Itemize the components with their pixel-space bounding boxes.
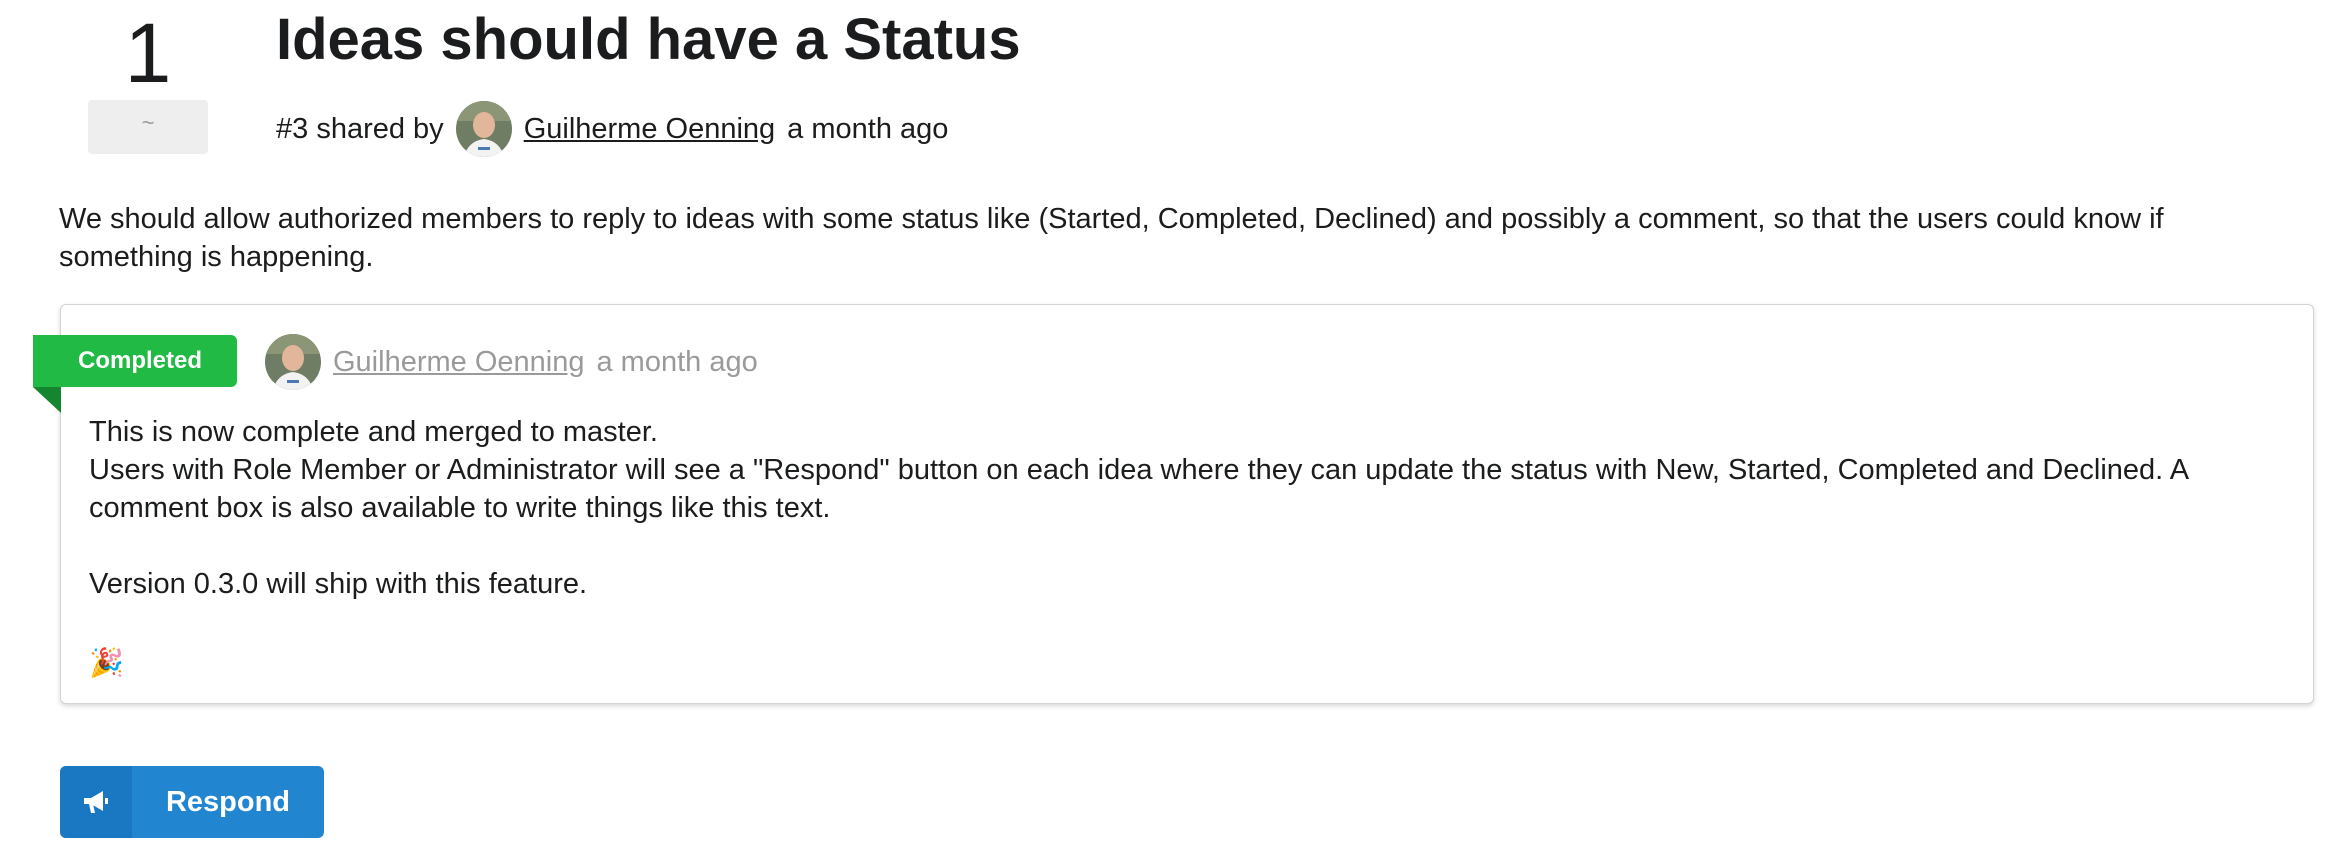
author-link[interactable]: Guilherme Oenning <box>524 113 775 146</box>
response-text: This is now complete and merged to maste… <box>89 413 2289 679</box>
response-line: Users with Role Member or Administrator … <box>89 454 2188 524</box>
avatar <box>455 101 512 157</box>
idea-title: Ideas should have a Status <box>276 7 1021 72</box>
response-line: Version 0.3.0 will ship with this featur… <box>89 568 588 600</box>
support-button[interactable]: ~ <box>88 100 208 154</box>
response-card: Completed Guilherme Oenning a month ago … <box>33 304 2314 704</box>
vote-count: 1 <box>124 6 172 100</box>
response-header: Guilherme Oenning a month ago <box>265 333 758 391</box>
idea-meta: #3 shared by Guilherme Oenning a month a… <box>276 100 948 158</box>
response-time: a month ago <box>596 345 758 378</box>
avatar <box>265 334 321 390</box>
idea-page: 1 ~ Ideas should have a Status #3 shared… <box>0 0 2350 864</box>
bullhorn-icon <box>60 766 132 838</box>
shared-by-text: shared by <box>316 112 444 145</box>
response-line: This is now complete and merged to maste… <box>89 416 658 448</box>
idea-number: #3 <box>276 112 309 145</box>
idea-description: We should allow authorized members to re… <box>59 203 2164 273</box>
status-badge: Completed <box>33 335 237 387</box>
respond-button[interactable]: Respond <box>60 766 324 838</box>
shared-time: a month ago <box>787 112 949 145</box>
ribbon-fold <box>33 387 61 413</box>
respond-label: Respond <box>165 786 291 818</box>
vote-panel: 1 ~ <box>88 8 208 154</box>
party-popper-icon: 🎉 <box>89 646 124 679</box>
response-author-link[interactable]: Guilherme Oenning <box>333 346 584 379</box>
